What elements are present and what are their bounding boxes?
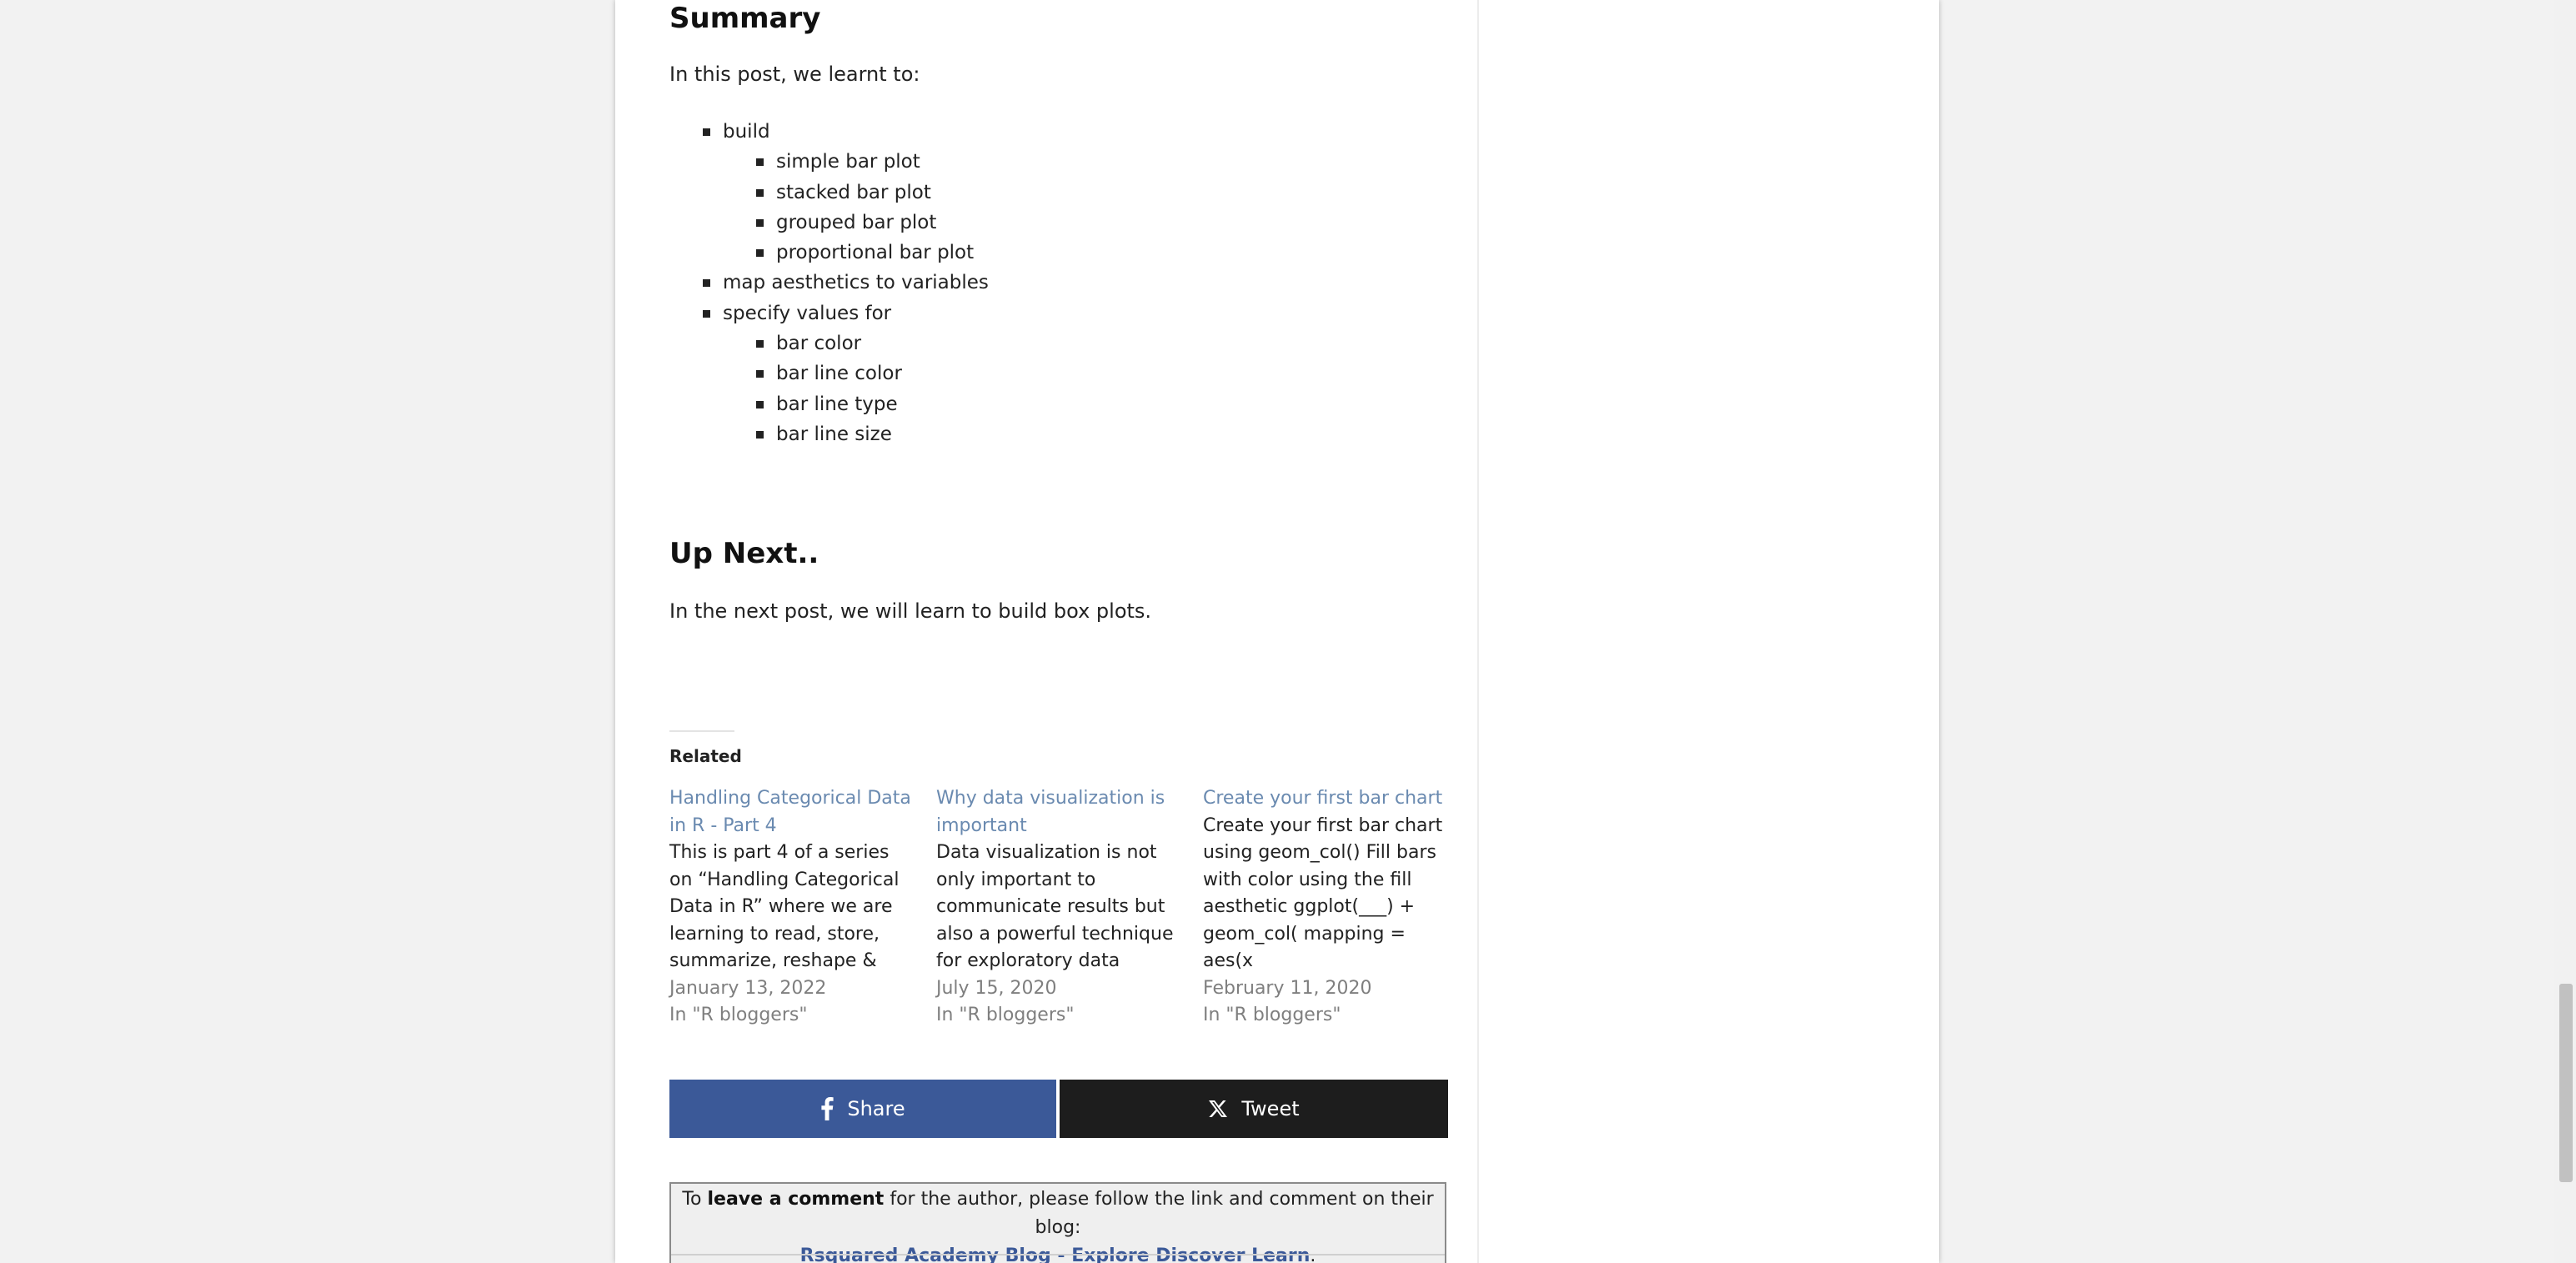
sub-list: bar color bar line color bar line type b… [723,328,1170,449]
list-item-label: bar line type [776,393,898,415]
list-item-label: specify values for [723,302,892,324]
list-item: map aesthetics to variables [669,268,1170,298]
bullet-icon [756,400,764,408]
summary-list: build simple bar plot stacked bar plot g… [669,117,1170,449]
list-item: simple bar plot [723,147,1170,177]
sub-list: simple bar plot stacked bar plot grouped… [723,147,1170,268]
bullet-icon [703,279,710,288]
bullet-icon [703,128,710,136]
related-post-date: January 13, 2022 [669,977,827,999]
list-item-label: stacked bar plot [776,181,931,203]
related-post: Handling Categorical Data in R - Part 4 … [669,785,915,1030]
list-item-label: build [723,121,770,143]
facebook-share-button[interactable]: Share [669,1080,1056,1138]
list-item: bar color [723,328,1170,358]
x-tweet-button[interactable]: Tweet [1060,1080,1448,1138]
x-logo-icon [1209,1100,1228,1117]
related-post-excerpt: Data visualization is not only important… [936,842,1174,971]
list-item: specify values for bar color bar line co… [669,298,1170,449]
bullet-icon [756,370,764,378]
bullet-icon [756,158,764,167]
list-item: proportional bar plot [723,238,1170,268]
related-post-category: In "R bloggers" [936,1005,1075,1025]
comment-bold-text: leave a comment [707,1189,885,1210]
related-post: Why data visualization is important Data… [936,785,1182,1030]
related-label: Related [669,746,742,766]
bullet-icon [756,188,764,197]
page: Summary In this post, we learnt to: buil… [0,0,2576,1263]
upnext-text: In the next post, we will learn to build… [669,599,1152,623]
comment-suffix: for the author, please follow the link a… [884,1189,1434,1238]
summary-intro: In this post, we learnt to: [669,63,920,86]
comment-notice-text: To leave a comment for the author, pleas… [671,1185,1445,1242]
list-item-label: bar color [776,333,862,355]
list-item-label: proportional bar plot [776,242,975,264]
vertical-scrollbar[interactable] [2554,0,2576,1263]
related-post-category: In "R bloggers" [669,1005,808,1025]
related-post-excerpt: Create your first bar chart using geom_c… [1203,814,1443,972]
related-post-title-link[interactable]: Handling Categorical Data in R - Part 4 [669,785,915,839]
related-post: Create your first bar chart Create your … [1203,785,1449,1030]
upnext-heading: Up Next.. [669,537,819,570]
scrollbar-thumb[interactable] [2559,984,2573,1182]
bullet-icon [756,218,764,227]
related-post-title-link[interactable]: Why data visualization is important [936,785,1182,839]
list-item: bar line size [723,419,1170,449]
bullet-icon [756,430,764,439]
share-button-label: Share [847,1097,905,1120]
list-item-label: simple bar plot [776,151,920,173]
list-item: grouped bar plot [723,208,1170,238]
list-item: bar line color [723,358,1170,388]
list-item-label: bar line size [776,423,892,445]
related-post-excerpt: This is part 4 of a series on “Handling … [669,842,900,971]
comment-prefix: To [682,1189,708,1210]
bullet-icon [756,340,764,348]
summary-heading: Summary [669,2,821,35]
list-item-label: grouped bar plot [776,211,937,233]
column-divider [1477,0,1479,1263]
related-post-date: July 15, 2020 [936,977,1057,999]
list-item: bar line type [723,389,1170,419]
tweet-button-label: Tweet [1241,1097,1300,1120]
related-post-title-link[interactable]: Create your first bar chart [1203,785,1449,813]
bullet-icon [756,249,764,258]
list-item-label: map aesthetics to variables [723,272,989,294]
list-item-label: bar line color [776,363,902,385]
list-item: build simple bar plot stacked bar plot g… [669,117,1170,268]
comment-box-divider [671,1254,1445,1255]
related-post-date: February 11, 2020 [1203,977,1372,999]
bullet-icon [703,309,710,318]
list-item: stacked bar plot [723,178,1170,208]
related-divider [669,730,734,732]
related-post-category: In "R bloggers" [1203,1005,1341,1025]
facebook-icon [821,1097,834,1120]
comment-notice-box: To leave a comment for the author, pleas… [669,1182,1446,1263]
